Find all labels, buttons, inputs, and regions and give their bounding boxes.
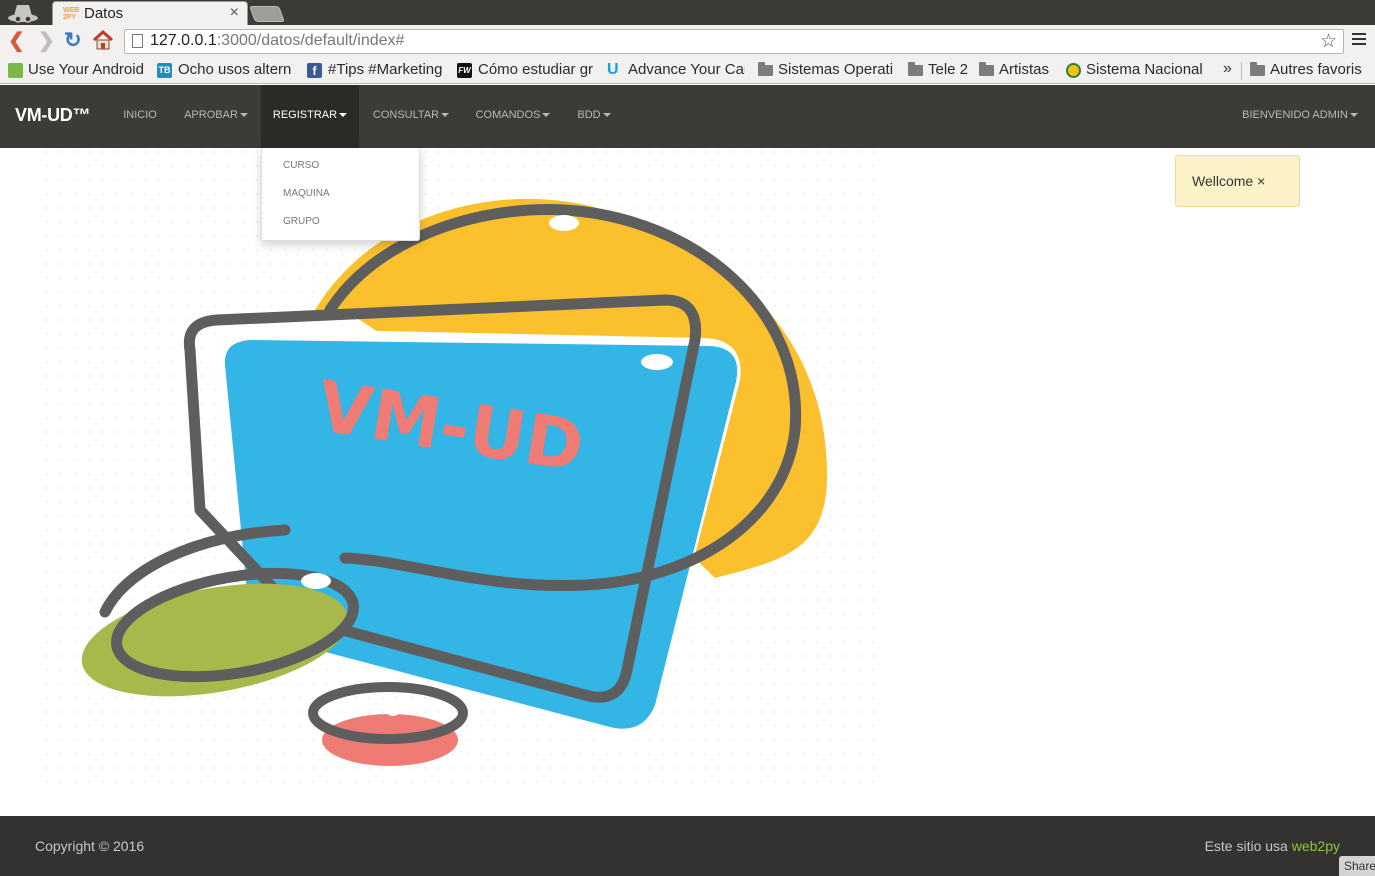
vm-ud-logo-illustration: VM-UD [45,150,885,785]
back-arrow-icon[interactable]: ❮ [8,31,25,51]
site-footer: Copyright © 2016 Este sitio usa web2py [0,816,1375,876]
nav-aprobar[interactable]: APROBAR [172,85,260,148]
bookmark-folder[interactable]: Tele 2 [928,61,968,78]
menu-item-grupo[interactable]: GRUPO [283,216,320,227]
bookmark-item[interactable]: Ocho usos altern [178,61,294,78]
bookmark-item[interactable]: Sistema Nacional [1086,61,1204,78]
tab-close-icon[interactable]: × [230,4,239,22]
web2py-link[interactable]: web2py [1292,838,1340,854]
nav-label: REGISTRAR [272,109,338,121]
nav-inicio[interactable]: INICIO [110,85,170,148]
browser-tabstrip: WEB 2PY Datos × [0,0,1375,25]
nav-label: COMANDOS [475,109,541,121]
brand-logo[interactable]: VM-UD™ [15,105,91,126]
nav-label: INICIO [123,109,157,121]
folder-icon [1250,62,1265,76]
bookmark-star-icon[interactable]: ☆ [1320,30,1337,53]
browser-tab-active[interactable]: WEB 2PY Datos × [52,1,248,25]
caret-down-icon [1349,113,1358,118]
menu-item-curso[interactable]: CURSO [283,160,319,171]
bookmark-item[interactable]: Use Your Android [28,61,148,78]
bookmark-folder[interactable]: Artistas [999,61,1049,78]
nav-comandos[interactable]: COMANDOS [463,85,563,148]
other-bookmarks[interactable]: Autres favoris [1270,61,1362,78]
folder-icon [979,62,994,76]
nav-label: APROBAR [184,109,238,121]
tab-title: Datos [84,5,124,22]
nav-registrar[interactable]: REGISTRAR [261,85,359,148]
address-bar[interactable]: 127.0.0.1:3000/datos/default/index# ☆ [124,29,1344,54]
fw-icon: FW [457,63,472,78]
powered-prefix: Este sitio usa [1204,838,1292,854]
registrar-dropdown-menu: CURSO MAQUINA GRUPO [261,148,420,241]
android-app-icon [8,63,23,78]
tb-icon: TB [157,63,172,78]
powered-by-text: Este sitio usa web2py [1205,838,1340,854]
facebook-icon: f [307,63,322,78]
url-path: :3000/datos/default/index# [216,32,405,49]
udacity-icon: U [607,61,619,78]
folder-icon [908,62,923,76]
seal-icon [1066,63,1081,78]
bookmark-folder[interactable]: Sistemas Operati [778,61,895,78]
flash-message[interactable]: Wellcome × [1175,155,1300,207]
bookmark-item[interactable]: #Tips #Marketing [328,61,446,78]
bookmarks-separator [1241,62,1242,80]
web2py-favicon-icon: WEB 2PY [63,7,80,21]
folder-icon [758,62,773,76]
copyright-text: Copyright © 2016 [35,838,145,854]
caret-down-icon [441,113,450,118]
caret-down-icon [239,113,248,118]
site-navbar: VM-UD™ INICIO APROBAR REGISTRAR CONSULTA… [0,85,1375,148]
bookmark-item[interactable]: Advance Your Car [628,61,745,78]
reload-icon[interactable]: ↻ [64,30,82,51]
incognito-icon [8,5,38,23]
nav-consultar[interactable]: CONSULTAR [361,85,461,148]
flash-text: Wellcome × [1192,173,1266,189]
nav-bdd[interactable]: BDD [565,85,623,148]
bookmarks-bar: Use Your Android TB Ocho usos altern f #… [0,58,1375,84]
browser-toolbar: ❮ ❯ ↻ 127.0.0.1:3000/datos/default/index… [0,25,1375,58]
url-text[interactable]: 127.0.0.1:3000/datos/default/index# [150,32,404,50]
nav-label: BDD [577,109,601,121]
user-menu-label: BIENVENIDO ADMIN [1242,109,1348,121]
caret-down-icon [339,113,348,118]
url-host: 127.0.0.1 [150,32,217,49]
bookmarks-overflow-chevron-icon[interactable]: » [1223,60,1232,78]
page-icon [132,34,143,48]
menu-item-maquina[interactable]: MAQUINA [283,188,330,199]
bookmark-item[interactable]: Cómo estudiar gr [478,61,596,78]
home-icon[interactable] [92,29,114,51]
share-button[interactable]: Share [1339,856,1375,876]
caret-down-icon [602,113,611,118]
browser-menu-icon[interactable] [1352,33,1366,47]
caret-down-icon [542,113,551,118]
forward-arrow-icon[interactable]: ❯ [38,31,55,51]
nav-label: CONSULTAR [372,109,440,121]
new-tab-button[interactable] [249,6,285,22]
nav-user-menu[interactable]: BIENVENIDO ADMIN [1236,85,1364,148]
